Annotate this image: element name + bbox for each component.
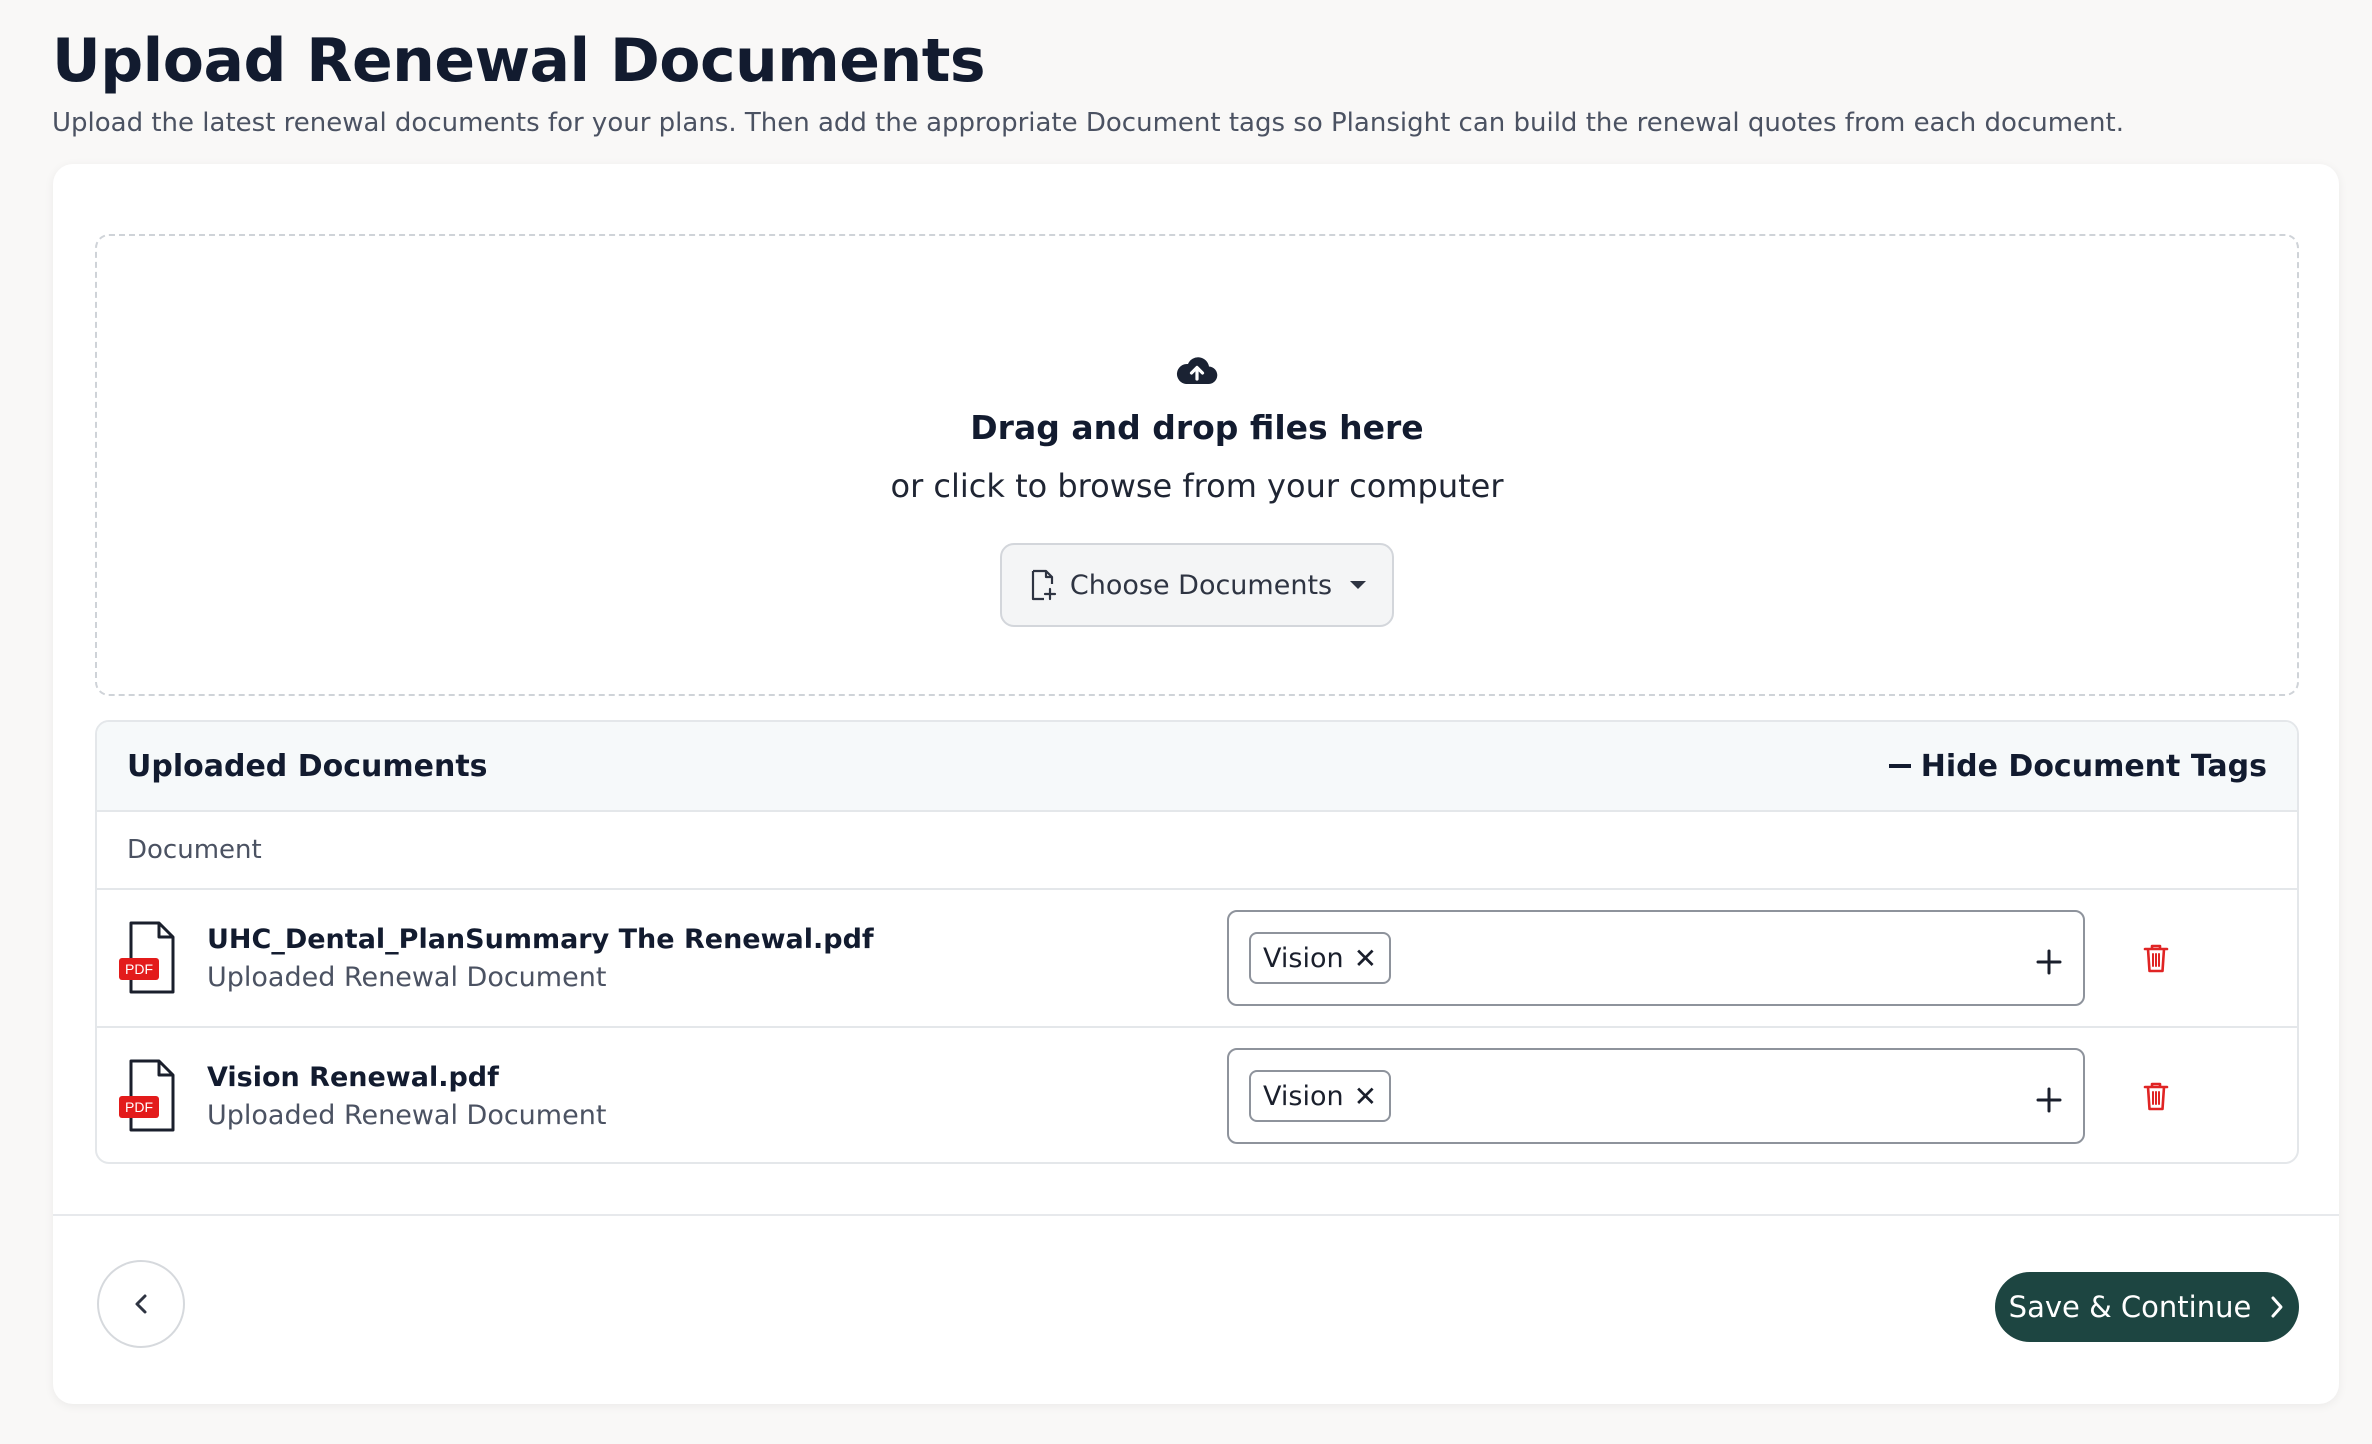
tag-chip: Vision ✕: [1249, 1070, 1392, 1122]
uploaded-documents-title: Uploaded Documents: [127, 748, 488, 784]
choose-documents-button[interactable]: Choose Documents: [1000, 543, 1394, 627]
page-subtitle: Upload the latest renewal documents for …: [52, 108, 2124, 138]
upload-card: Drag and drop files here or click to bro…: [53, 164, 2339, 1404]
dropzone-subtitle: or click to browse from your computer: [890, 467, 1504, 505]
document-name: UHC_Dental_PlanSummary The Renewal.pdf: [207, 924, 874, 955]
document-name: Vision Renewal.pdf: [207, 1062, 499, 1093]
document-row: PDF Vision Renewal.pdf Uploaded Renewal …: [97, 1028, 2297, 1162]
cloud-upload-icon: [1176, 357, 1218, 385]
trash-icon[interactable]: [2141, 1080, 2171, 1112]
page-title: Upload Renewal Documents: [52, 26, 986, 96]
tag-chip: Vision ✕: [1249, 932, 1392, 984]
column-header-document: Document: [97, 812, 2297, 890]
pdf-file-icon: PDF: [119, 1059, 175, 1132]
pdf-file-icon: PDF: [119, 921, 175, 994]
document-add-icon: [1031, 569, 1056, 601]
tag-label: Vision: [1263, 1080, 1344, 1112]
plus-icon[interactable]: [2035, 1086, 2063, 1114]
save-continue-label: Save & Continue: [2008, 1290, 2252, 1324]
file-dropzone[interactable]: Drag and drop files here or click to bro…: [95, 234, 2299, 696]
back-button[interactable]: [97, 1260, 185, 1348]
plus-icon[interactable]: [2035, 948, 2063, 976]
document-tags-field[interactable]: Vision ✕: [1227, 1048, 2085, 1144]
document-tags-field[interactable]: Vision ✕: [1227, 910, 2085, 1006]
save-continue-button[interactable]: Save & Continue: [1995, 1272, 2299, 1342]
uploaded-documents-panel: Uploaded Documents Hide Document Tags Do…: [95, 720, 2299, 1164]
close-icon[interactable]: ✕: [1354, 1080, 1377, 1113]
chevron-right-icon: [2271, 1296, 2283, 1318]
pdf-badge: PDF: [125, 1099, 153, 1115]
chevron-left-icon: [135, 1294, 147, 1314]
pdf-badge: PDF: [125, 961, 153, 977]
uploaded-documents-header: Uploaded Documents Hide Document Tags: [97, 722, 2297, 812]
document-meta: Uploaded Renewal Document: [207, 962, 607, 993]
footer-divider: [53, 1214, 2339, 1216]
caret-down-icon: [1350, 581, 1367, 589]
choose-documents-label: Choose Documents: [1069, 569, 1333, 601]
document-meta: Uploaded Renewal Document: [207, 1100, 607, 1131]
trash-icon[interactable]: [2141, 942, 2171, 974]
dropzone-title: Drag and drop files here: [970, 408, 1424, 447]
minus-icon: [1888, 764, 1911, 768]
document-row: PDF UHC_Dental_PlanSummary The Renewal.p…: [97, 890, 2297, 1028]
close-icon[interactable]: ✕: [1354, 942, 1377, 975]
hide-document-tags-toggle[interactable]: Hide Document Tags: [1888, 748, 2267, 784]
hide-document-tags-label: Hide Document Tags: [1920, 748, 2267, 784]
tag-label: Vision: [1263, 942, 1344, 974]
